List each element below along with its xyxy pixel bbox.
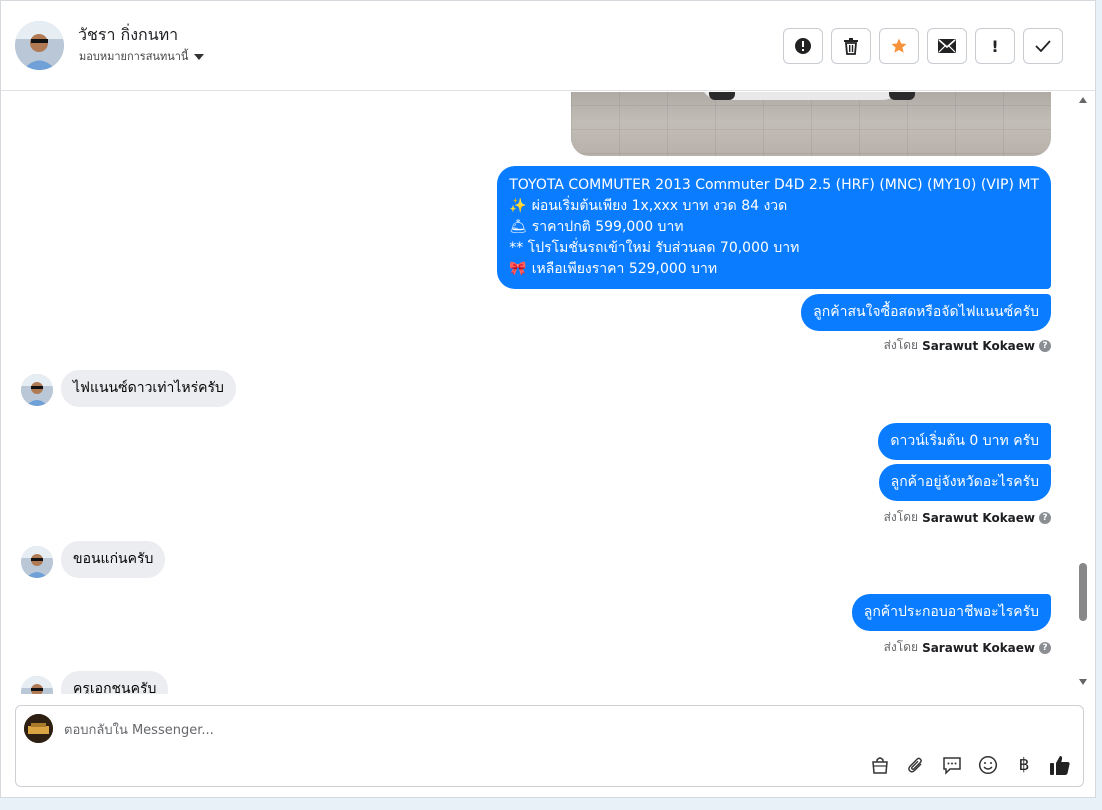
sparkles-icon: ✨ bbox=[509, 198, 527, 214]
trash-icon bbox=[844, 38, 858, 55]
scrollbar-thumb[interactable] bbox=[1079, 563, 1087, 621]
scroll-up-arrow-icon[interactable] bbox=[1079, 97, 1087, 103]
contact-avatar-small[interactable] bbox=[21, 676, 53, 694]
ribbon-icon: 🎀 bbox=[509, 261, 527, 277]
outgoing-message[interactable]: ดาวน์เริ่มต้น 0 บาท ครับ bbox=[878, 423, 1051, 460]
spam-button[interactable] bbox=[783, 28, 823, 64]
product-line-4: ** โปรโมชั่นรถเข้าใหม่ รับส่วนลด 70,000 … bbox=[509, 240, 800, 256]
mark-unread-button[interactable] bbox=[927, 28, 967, 64]
exclamation-icon: ! bbox=[991, 36, 999, 56]
product-line-5: 🎀 เหลือเพียงราคา 529,000 บาท bbox=[509, 259, 1039, 280]
sent-by-info: ส่งโดย Sarawut Kokaew ? bbox=[884, 508, 1051, 527]
star-icon bbox=[891, 38, 907, 53]
inbox-panel: วัชรา กิ่งกนทา มอบหมายการสนทนานี้ ! TOYO… bbox=[0, 0, 1096, 798]
speech-bubble-icon bbox=[943, 757, 961, 775]
follow-up-button[interactable]: ! bbox=[975, 28, 1015, 64]
reply-composer: ฿ bbox=[15, 705, 1084, 787]
shop-bag-button[interactable] bbox=[869, 754, 891, 776]
incoming-message[interactable]: ครูเอกชนครับ bbox=[61, 671, 169, 694]
delete-button[interactable] bbox=[831, 28, 871, 64]
bag-icon bbox=[872, 757, 888, 774]
star-button[interactable] bbox=[879, 28, 919, 64]
help-icon[interactable]: ? bbox=[1039, 339, 1051, 352]
incoming-message[interactable]: ขอนแก่นครับ bbox=[61, 541, 166, 578]
thread-scrollbar[interactable] bbox=[1077, 93, 1089, 689]
caret-down-icon bbox=[194, 53, 205, 60]
outgoing-message[interactable]: ลูกค้าประกอบอาชีพอะไรครับ bbox=[851, 594, 1051, 631]
message-thread[interactable]: TOYOTA COMMUTER 2013 Commuter D4D 2.5 (H… bbox=[1, 92, 1079, 694]
outgoing-message-product-details[interactable]: TOYOTA COMMUTER 2013 Commuter D4D 2.5 (H… bbox=[497, 166, 1051, 289]
contact-avatar-small[interactable] bbox=[21, 374, 53, 406]
emoji-button[interactable] bbox=[977, 754, 999, 776]
saved-replies-button[interactable] bbox=[941, 754, 963, 776]
vehicle-photo[interactable] bbox=[571, 92, 1051, 156]
reply-input[interactable] bbox=[64, 720, 964, 740]
product-line-3: 🛎 ราคาปกติ 599,000 บาท bbox=[509, 217, 1039, 238]
outgoing-message[interactable]: ลูกค้าอยู่จังหวัดอะไรครับ bbox=[878, 464, 1051, 501]
envelope-icon bbox=[938, 39, 956, 53]
smiley-icon bbox=[978, 755, 998, 775]
product-line-2: ✨ ผ่อนเริ่มต้นเพียง 1x,xxx บาท งวด 84 งว… bbox=[509, 196, 1039, 217]
conversation-header: วัชรา กิ่งกนทา มอบหมายการสนทนานี้ ! bbox=[1, 1, 1095, 91]
agent-name: Sarawut Kokaew bbox=[922, 510, 1035, 525]
contact-avatar[interactable] bbox=[15, 21, 64, 70]
composer-tools: ฿ bbox=[869, 754, 1071, 776]
assign-label: มอบหมายการสนทนานี้ bbox=[79, 50, 189, 63]
thumbs-up-icon bbox=[1050, 756, 1070, 775]
payment-button[interactable]: ฿ bbox=[1013, 754, 1035, 776]
bell-icon: 🛎 bbox=[509, 219, 528, 235]
sent-by-info: ส่งโดย Sarawut Kokaew ? bbox=[884, 336, 1051, 355]
help-icon[interactable]: ? bbox=[1039, 511, 1051, 524]
done-button[interactable] bbox=[1023, 28, 1063, 64]
assign-conversation-dropdown[interactable]: มอบหมายการสนทนานี้ bbox=[79, 47, 205, 65]
paperclip-icon bbox=[908, 757, 922, 773]
incoming-message[interactable]: ไฟแนนซ์ดาวเท่าไหร่ครับ bbox=[61, 370, 236, 407]
help-icon[interactable]: ? bbox=[1039, 641, 1051, 654]
contact-avatar-small[interactable] bbox=[21, 546, 53, 578]
like-button[interactable] bbox=[1049, 754, 1071, 776]
outgoing-message[interactable]: ลูกค้าสนใจซื้อสดหรือจัดไฟแนนซ์ครับ bbox=[801, 294, 1051, 331]
check-icon bbox=[1035, 40, 1051, 52]
contact-name: วัชรา กิ่งกนทา bbox=[78, 25, 179, 44]
agent-name: Sarawut Kokaew bbox=[922, 338, 1035, 353]
sent-by-info: ส่งโดย Sarawut Kokaew ? bbox=[884, 638, 1051, 657]
scroll-down-arrow-icon[interactable] bbox=[1079, 679, 1087, 685]
page-avatar bbox=[24, 714, 53, 743]
baht-icon: ฿ bbox=[1018, 755, 1030, 775]
product-line-1: TOYOTA COMMUTER 2013 Commuter D4D 2.5 (H… bbox=[509, 177, 1039, 193]
alert-circle-icon bbox=[795, 38, 811, 54]
agent-name: Sarawut Kokaew bbox=[922, 640, 1035, 655]
attach-button[interactable] bbox=[905, 754, 927, 776]
header-actions: ! bbox=[783, 28, 1063, 64]
